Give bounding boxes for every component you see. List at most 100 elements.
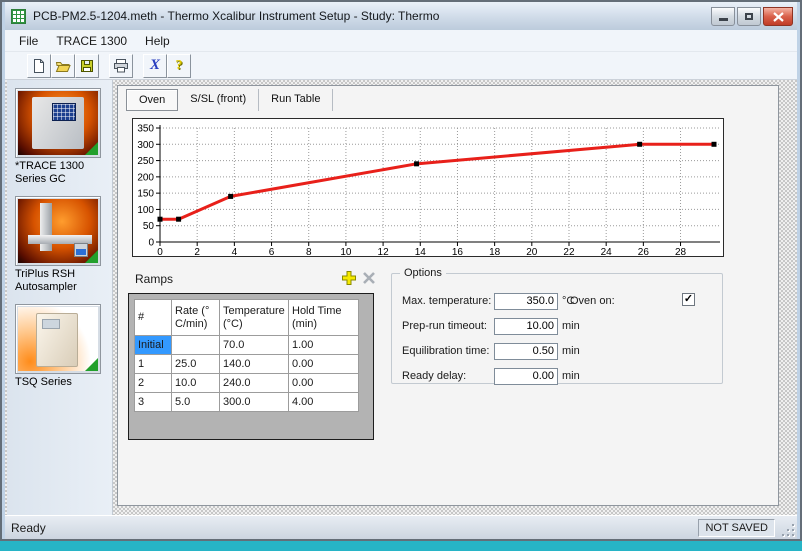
ramps-title: Ramps [135, 272, 173, 286]
print-button[interactable] [109, 54, 133, 78]
svg-text:12: 12 [378, 247, 390, 256]
help-icon: ? [176, 58, 183, 74]
equilibration-time-label: Equilibration time: [402, 345, 494, 357]
ramps-cell[interactable]: 300.0 [220, 393, 289, 412]
svg-text:8: 8 [306, 247, 312, 256]
ramps-cell[interactable] [172, 336, 220, 355]
titlebar[interactable]: PCB-PM2.5-1204.meth - Thermo Xcalibur In… [5, 2, 797, 30]
ramps-cell[interactable]: 1.00 [289, 336, 359, 355]
ramps-row-initial: Initial 70.0 1.00 [135, 336, 359, 355]
minimize-button[interactable] [711, 7, 735, 26]
ready-delay-label: Ready delay: [402, 370, 494, 382]
menu-item-help[interactable]: Help [137, 31, 178, 51]
triplus-rsh-image [18, 199, 98, 263]
oven-temperature-chart: 0501001502002503003500246810121416182022… [132, 118, 724, 257]
close-icon [773, 12, 784, 22]
svg-text:16: 16 [452, 247, 464, 256]
ramps-cell[interactable]: 2 [135, 374, 172, 393]
equilibration-time-unit: min [562, 345, 580, 357]
delete-ramp-button[interactable] [361, 270, 377, 289]
trace-1300-image [18, 91, 98, 155]
oven-chart-svg: 0501001502002503003500246810121416182022… [133, 119, 723, 256]
svg-text:2: 2 [194, 247, 200, 256]
add-ramp-button[interactable] [341, 270, 357, 289]
ramps-cell[interactable]: 0.00 [289, 374, 359, 393]
oven-on-checkbox[interactable]: ✓ [682, 293, 695, 306]
ramps-cell[interactable]: 5.0 [172, 393, 220, 412]
svg-text:250: 250 [137, 156, 154, 167]
instrument-setup-window: PCB-PM2.5-1204.meth - Thermo Xcalibur In… [0, 0, 802, 541]
close-button[interactable] [763, 7, 793, 26]
sidebar-item-triplus-rsh[interactable] [15, 196, 101, 266]
maximize-icon [745, 13, 753, 20]
options-legend: Options [400, 267, 446, 279]
ramps-cell[interactable]: 1 [135, 355, 172, 374]
save-floppy-icon [79, 58, 95, 74]
tab-oven[interactable]: Oven [126, 89, 178, 111]
status-text: Ready [11, 521, 46, 535]
ready-triangle-icon [85, 358, 98, 371]
ramps-cell[interactable]: 0.00 [289, 355, 359, 374]
method-editor-panel: Oven S/SL (front) Run Table 050100150200… [117, 85, 779, 506]
tab-run-table[interactable]: Run Table [259, 89, 333, 111]
svg-text:26: 26 [638, 247, 650, 256]
blue-x-icon: X [150, 57, 160, 74]
svg-text:300: 300 [137, 140, 154, 151]
ramps-row-2: 2 10.0 240.0 0.00 [135, 374, 359, 393]
max-temperature-input[interactable] [494, 293, 558, 310]
svg-text:10: 10 [340, 247, 352, 256]
ramps-cell[interactable]: 10.0 [172, 374, 220, 393]
ramps-grid-area: # Rate (° C/min) Temperature (°C) Hold T… [128, 293, 374, 440]
svg-text:4: 4 [232, 247, 238, 256]
ramps-column-header: # [135, 300, 172, 336]
sidebar-item-trace-1300[interactable] [15, 88, 101, 158]
statusbar: Ready NOT SAVED [5, 515, 797, 539]
ramps-cell[interactable]: 140.0 [220, 355, 289, 374]
svg-text:20: 20 [526, 247, 538, 256]
new-document-icon [31, 58, 47, 74]
svg-text:50: 50 [143, 221, 155, 232]
menu-item-file[interactable]: File [11, 31, 46, 51]
ready-triangle-icon [85, 142, 98, 155]
delete-button[interactable]: X [143, 54, 167, 78]
help-button[interactable]: ? [167, 54, 191, 78]
options-groupbox: Options Max. temperature: °C Prep-run ti… [391, 273, 723, 384]
delete-x-icon [361, 270, 377, 286]
prep-run-timeout-label: Prep-run timeout: [402, 320, 494, 332]
ramps-cell[interactable]: 70.0 [220, 336, 289, 355]
svg-text:0: 0 [148, 238, 154, 249]
prep-run-timeout-input[interactable] [494, 318, 558, 335]
minimize-icon [719, 18, 728, 21]
svg-text:0: 0 [157, 247, 163, 256]
save-method-button[interactable] [75, 54, 99, 78]
menu-item-trace-1300[interactable]: TRACE 1300 [48, 31, 135, 51]
toolbar: X ? [5, 52, 797, 80]
ramps-row-3: 3 5.0 300.0 4.00 [135, 393, 359, 412]
resize-grip[interactable] [781, 523, 794, 536]
new-method-button[interactable] [27, 54, 51, 78]
window-title: PCB-PM2.5-1204.meth - Thermo Xcalibur In… [33, 9, 439, 23]
ready-triangle-icon [85, 250, 98, 263]
save-status-badge: NOT SAVED [698, 519, 775, 537]
ready-delay-input[interactable] [494, 368, 558, 385]
sidebar-item-tsq-series[interactable] [15, 304, 101, 374]
equilibration-time-input[interactable] [494, 343, 558, 360]
open-method-button[interactable] [51, 54, 75, 78]
instrument-sidebar: *TRACE 1300 Series GC TriPlus RSH Autosa… [7, 80, 113, 515]
ramps-column-header: Hold Time (min) [289, 300, 359, 336]
ramps-cell[interactable]: 3 [135, 393, 172, 412]
check-icon: ✓ [684, 293, 693, 305]
sidebar-label-tsq-series: TSQ Series [15, 376, 107, 389]
svg-text:6: 6 [269, 247, 275, 256]
ramps-cell[interactable]: 25.0 [172, 355, 220, 374]
client-area: *TRACE 1300 Series GC TriPlus RSH Autosa… [5, 80, 797, 515]
ramps-cell[interactable]: 240.0 [220, 374, 289, 393]
ramps-column-header: Rate (° C/min) [172, 300, 220, 336]
tab-ssl-front[interactable]: S/SL (front) [178, 89, 259, 111]
ramps-cell-selected[interactable]: Initial [135, 336, 172, 355]
sidebar-label-trace-1300: *TRACE 1300 Series GC [15, 160, 107, 186]
ramps-cell[interactable]: 4.00 [289, 393, 359, 412]
printer-icon [113, 58, 129, 74]
maximize-button[interactable] [737, 7, 761, 26]
open-folder-icon [55, 58, 71, 74]
